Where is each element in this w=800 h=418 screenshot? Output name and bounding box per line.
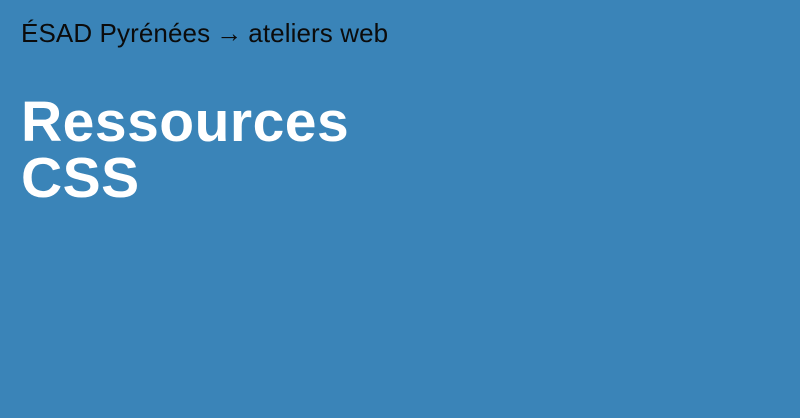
arrow-right-icon: →: [216, 18, 243, 48]
breadcrumb: ÉSAD Pyrénées → ateliers web: [21, 16, 780, 50]
page-title-line-1: Ressources: [21, 90, 350, 154]
breadcrumb-section: ateliers web: [248, 18, 389, 48]
page-title-line-2: CSS: [21, 146, 140, 210]
share-card: ÉSAD Pyrénées → ateliers web Ressources CS…: [0, 0, 800, 418]
breadcrumb-school: ÉSAD Pyrénées: [21, 18, 211, 48]
page-title: Ressources CSS: [21, 90, 780, 210]
